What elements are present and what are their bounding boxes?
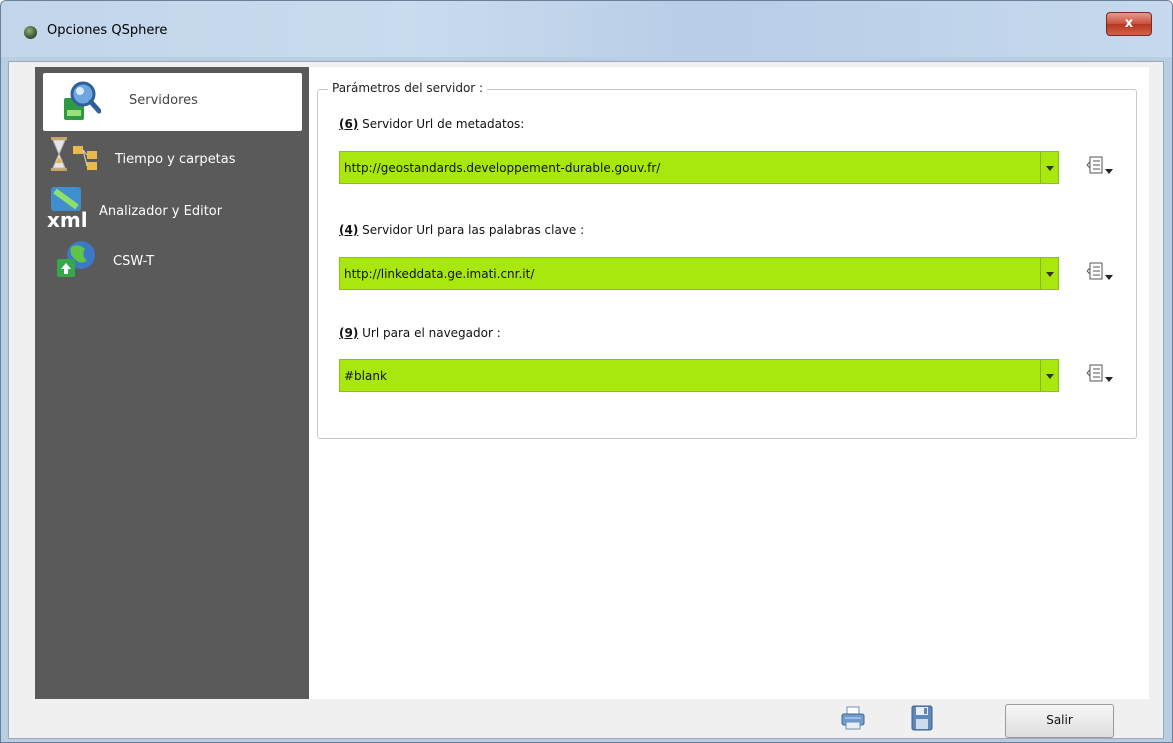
list-options-icon[interactable] — [1084, 260, 1116, 284]
field-label-text: Servidor Url para las palabras clave : — [358, 223, 585, 237]
field-label-metadata-url: (6) Servidor Url de metadatos: — [339, 117, 524, 131]
field-shortcut-number: (4) — [339, 223, 359, 237]
sidebar-item-csw-t[interactable]: CSW-T — [35, 239, 309, 299]
sidebar-item-label: Tiempo y carpetas — [115, 152, 236, 167]
save-icon[interactable] — [908, 704, 936, 732]
sidebar-item-label: CSW-T — [113, 254, 155, 269]
options-sidebar: Servidores Tiempo y carpetas xml Analiza… — [35, 67, 309, 699]
dialog-client-area: Servidores Tiempo y carpetas xml Analiza… — [8, 61, 1164, 739]
exit-button[interactable]: Salir — [1005, 704, 1114, 738]
field-shortcut-number: (9) — [339, 326, 359, 340]
svg-text:xml: xml — [47, 208, 88, 231]
keyword-url-combobox[interactable]: http://linkeddata.ge.imati.cnr.it/ — [339, 257, 1059, 290]
list-options-icon[interactable] — [1084, 362, 1116, 386]
field-shortcut-number: (6) — [339, 117, 359, 131]
sidebar-item-label: Analizador y Editor — [99, 204, 223, 219]
field-label-text: Servidor Url de metadatos: — [358, 117, 525, 131]
field-label-text: Url para el navegador : — [358, 326, 501, 340]
combo-value: #blank — [344, 369, 387, 383]
combo-value: http://linkeddata.ge.imati.cnr.it/ — [344, 267, 535, 281]
group-title: Parámetros del servidor : — [328, 81, 488, 95]
dropdown-arrow-icon[interactable] — [1040, 152, 1058, 183]
dropdown-arrow-icon[interactable] — [1040, 258, 1058, 289]
field-label-browser-url: (9) Url para el navegador : — [339, 326, 501, 340]
combo-value: http://geostandards.developpement-durabl… — [344, 161, 661, 175]
list-options-icon[interactable] — [1084, 154, 1116, 178]
dropdown-arrow-icon[interactable] — [1040, 360, 1058, 391]
hourglass-folders-icon — [51, 137, 97, 171]
server-search-icon — [64, 81, 101, 120]
sidebar-item-analizador-y-editor[interactable]: xml Analizador y Editor — [35, 185, 309, 245]
field-label-keyword-url: (4) Servidor Url para las palabras clave… — [339, 223, 584, 237]
sidebar-item-servidores[interactable]: Servidores — [43, 73, 302, 131]
window-title: Opciones QSphere — [47, 23, 168, 38]
close-button[interactable]: x — [1106, 12, 1152, 36]
sidebar-item-label: Servidores — [129, 93, 198, 108]
dialog-button-bar: Salir — [9, 699, 1163, 738]
server-parameters-group: Parámetros del servidor : (6) Servidor U… — [317, 81, 1137, 439]
globe-upload-icon — [57, 241, 95, 277]
dialog-window: Opciones QSphere x Servidores Tiempo y c… — [0, 0, 1173, 743]
settings-panel: Parámetros del servidor : (6) Servidor U… — [309, 67, 1149, 699]
title-bar: Opciones QSphere x — [1, 1, 1172, 57]
metadata-url-combobox[interactable]: http://geostandards.developpement-durabl… — [339, 151, 1059, 184]
qsphere-app-icon — [24, 26, 37, 39]
xml-icon: xml — [47, 187, 88, 231]
print-icon[interactable] — [839, 704, 867, 732]
browser-url-combobox[interactable]: #blank — [339, 359, 1059, 392]
